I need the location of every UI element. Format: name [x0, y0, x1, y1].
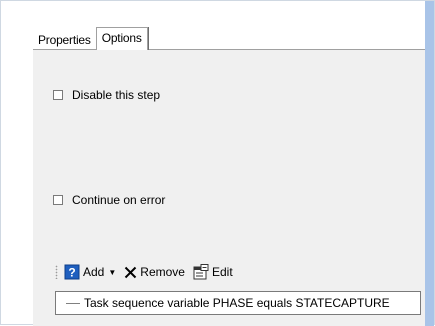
remove-x-icon — [125, 266, 137, 278]
tab-options[interactable]: Options — [95, 27, 148, 50]
disable-step-label: Disable this step — [72, 88, 161, 102]
add-button[interactable]: ? Add ▼ — [64, 264, 116, 280]
continue-on-error-label: Continue on error — [72, 193, 166, 207]
window-edge — [425, 1, 434, 326]
options-panel: Disable this step Continue on error ? Ad… — [33, 49, 425, 326]
svg-text:?: ? — [68, 266, 75, 280]
continue-on-error-row[interactable]: Continue on error — [53, 193, 165, 207]
remove-label: Remove — [140, 265, 185, 279]
conditions-list[interactable]: Task sequence variable PHASE equals STAT… — [55, 291, 421, 315]
disable-step-checkbox[interactable] — [53, 90, 63, 100]
edit-label: Edit — [211, 265, 233, 279]
chevron-down-icon[interactable]: ▼ — [108, 268, 116, 277]
edit-properties-icon — [193, 264, 209, 280]
disable-step-row[interactable]: Disable this step — [53, 88, 160, 102]
remove-button[interactable]: Remove — [124, 265, 185, 279]
toolbar-grip[interactable] — [55, 265, 58, 279]
tree-connector — [66, 302, 80, 304]
condition-item[interactable]: Task sequence variable PHASE equals STAT… — [84, 296, 390, 310]
continue-on-error-checkbox[interactable] — [53, 195, 63, 205]
add-label: Add — [83, 265, 105, 279]
edit-button[interactable]: Edit — [193, 264, 233, 280]
tab-strip: Properties Options — [33, 27, 148, 50]
tab-properties[interactable]: Properties — [33, 30, 96, 50]
options-window: Properties Options Disable this step Con… — [0, 0, 435, 326]
help-icon: ? — [64, 264, 80, 280]
conditions-toolbar: ? Add ▼ Remove Edit — [55, 261, 241, 283]
